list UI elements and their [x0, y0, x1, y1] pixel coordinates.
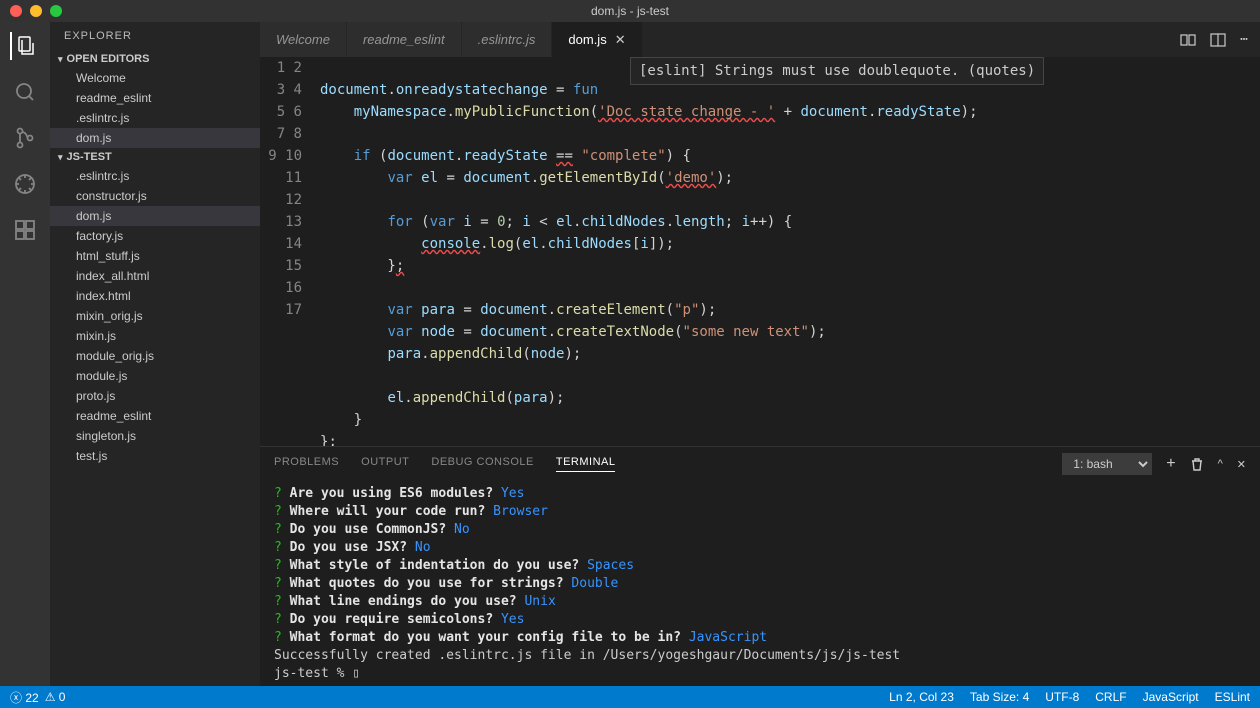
panel-tab[interactable]: TERMINAL	[556, 456, 616, 472]
file-item[interactable]: dom.js	[50, 206, 260, 226]
code-editor[interactable]: 1 2 3 4 5 6 7 8 9 10 11 12 13 14 15 16 1…	[260, 57, 1260, 446]
activity-bar	[0, 22, 50, 686]
file-item[interactable]: proto.js	[50, 386, 260, 406]
file-item[interactable]: index.html	[50, 286, 260, 306]
explorer-header: EXPLORER	[50, 22, 260, 50]
source-control-icon[interactable]	[11, 124, 39, 152]
file-item[interactable]: factory.js	[50, 226, 260, 246]
debug-icon[interactable]	[11, 170, 39, 198]
open-editor-item[interactable]: readme_eslint	[50, 88, 260, 108]
errors-count[interactable]: ⓧ 22	[10, 689, 39, 706]
close-window-button[interactable]	[10, 5, 22, 17]
eol[interactable]: CRLF	[1095, 690, 1126, 704]
file-item[interactable]: test.js	[50, 446, 260, 466]
warnings-count[interactable]: ⚠ 0	[45, 690, 66, 704]
open-editor-item[interactable]: Welcome	[50, 68, 260, 88]
file-item[interactable]: readme_eslint	[50, 406, 260, 426]
editor-tabs: Welcomereadme_eslint.eslintrc.jsdom.js✕ …	[260, 22, 1260, 57]
file-item[interactable]: singleton.js	[50, 426, 260, 446]
window-title: dom.js - js-test	[591, 4, 669, 18]
file-item[interactable]: html_stuff.js	[50, 246, 260, 266]
tab-size[interactable]: Tab Size: 4	[970, 690, 1029, 704]
maximize-panel-icon[interactable]: ^	[1218, 458, 1223, 470]
search-icon[interactable]	[11, 78, 39, 106]
explorer-icon[interactable]	[10, 32, 38, 60]
panel-tab[interactable]: DEBUG CONSOLE	[431, 456, 533, 472]
editor-tab[interactable]: dom.js✕	[552, 22, 642, 57]
status-bar: ⓧ 22 ⚠ 0 Ln 2, Col 23 Tab Size: 4 UTF-8 …	[0, 686, 1260, 708]
open-editors-section[interactable]: OPEN EDITORS	[50, 50, 260, 68]
panel-tab[interactable]: PROBLEMS	[274, 456, 339, 472]
file-item[interactable]: constructor.js	[50, 186, 260, 206]
editor-area: Welcomereadme_eslint.eslintrc.jsdom.js✕ …	[260, 22, 1260, 686]
panel-tab[interactable]: OUTPUT	[361, 456, 409, 472]
kill-terminal-icon[interactable]	[1190, 457, 1204, 471]
language-mode[interactable]: JavaScript	[1143, 690, 1199, 704]
file-item[interactable]: mixin_orig.js	[50, 306, 260, 326]
file-item[interactable]: module_orig.js	[50, 346, 260, 366]
editor-tab[interactable]: readme_eslint	[347, 22, 462, 57]
split-editor-icon[interactable]	[1210, 32, 1226, 48]
editor-tab[interactable]: .eslintrc.js	[462, 22, 553, 57]
eslint-tooltip: [eslint] Strings must use doublequote. (…	[630, 57, 1044, 85]
line-gutter: 1 2 3 4 5 6 7 8 9 10 11 12 13 14 15 16 1…	[260, 57, 320, 446]
terminal-select[interactable]: 1: bash	[1062, 453, 1152, 475]
cursor-position[interactable]: Ln 2, Col 23	[889, 690, 954, 704]
editor-tab[interactable]: Welcome	[260, 22, 347, 57]
compare-icon[interactable]	[1180, 32, 1196, 48]
encoding[interactable]: UTF-8	[1045, 690, 1079, 704]
tab-actions: ⋯	[1180, 22, 1260, 57]
extensions-icon[interactable]	[11, 216, 39, 244]
close-tab-icon[interactable]: ✕	[615, 32, 626, 48]
file-item[interactable]: index_all.html	[50, 266, 260, 286]
maximize-window-button[interactable]	[50, 5, 62, 17]
open-editor-item[interactable]: .eslintrc.js	[50, 108, 260, 128]
minimize-window-button[interactable]	[30, 5, 42, 17]
file-item[interactable]: mixin.js	[50, 326, 260, 346]
file-item[interactable]: .eslintrc.js	[50, 166, 260, 186]
sidebar: EXPLORER OPEN EDITORS Welcomereadme_esli…	[50, 22, 260, 686]
more-icon[interactable]: ⋯	[1240, 32, 1248, 47]
close-panel-icon[interactable]: ✕	[1237, 458, 1246, 471]
file-item[interactable]: module.js	[50, 366, 260, 386]
code-content[interactable]: [eslint] Strings must use doublequote. (…	[320, 57, 1260, 446]
open-editor-item[interactable]: dom.js	[50, 128, 260, 148]
project-section[interactable]: JS-TEST	[50, 148, 260, 166]
bottom-panel: PROBLEMS OUTPUT DEBUG CONSOLE TERMINAL 1: b…	[260, 446, 1260, 686]
new-terminal-icon[interactable]: +	[1166, 455, 1175, 473]
terminal-output[interactable]: ? Are you using ES6 modules? Yes? Where …	[260, 481, 1260, 686]
eslint-status[interactable]: ESLint	[1215, 690, 1250, 704]
titlebar: dom.js - js-test	[0, 0, 1260, 22]
panel-tabs: PROBLEMS OUTPUT DEBUG CONSOLE TERMINAL 1: b…	[260, 447, 1260, 481]
window-controls	[0, 5, 62, 17]
